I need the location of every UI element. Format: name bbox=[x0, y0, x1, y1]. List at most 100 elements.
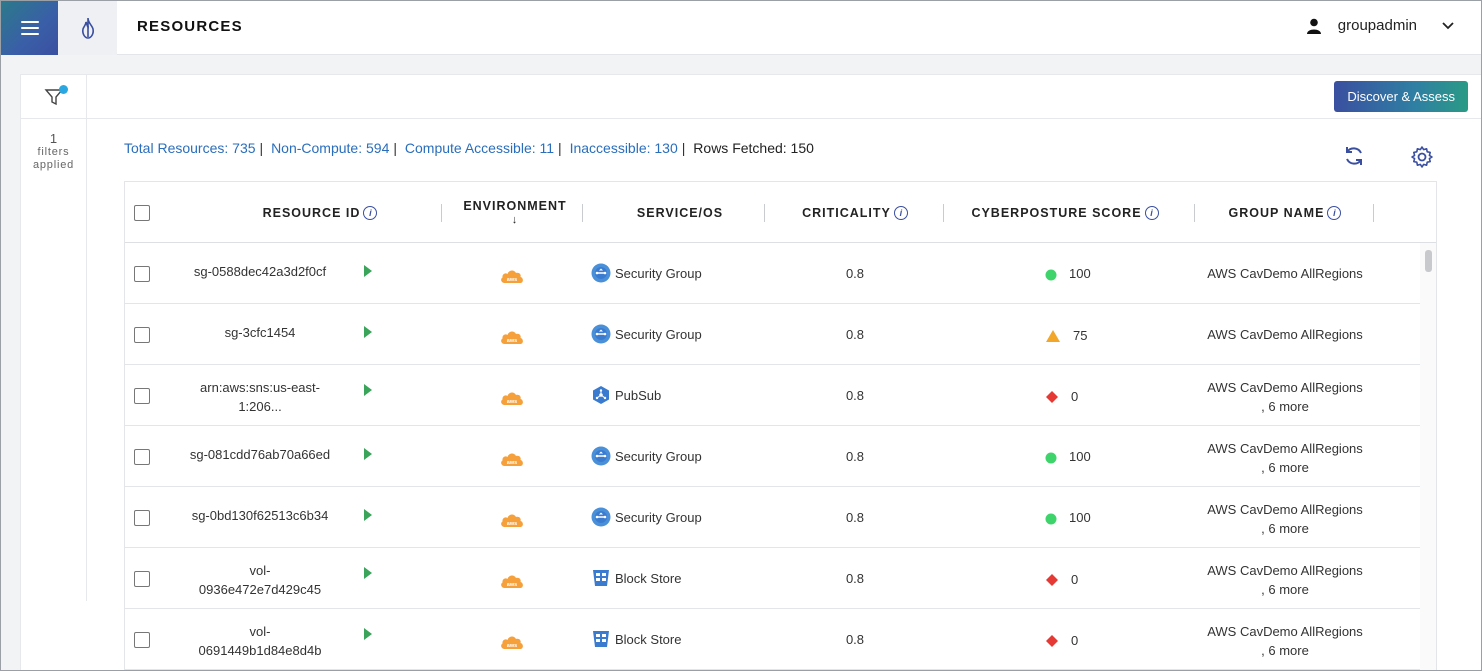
security-group-icon bbox=[591, 324, 611, 344]
chevron-down-icon[interactable] bbox=[1441, 21, 1455, 31]
expand-row-icon[interactable] bbox=[364, 567, 372, 579]
score-green-circle-icon bbox=[1045, 513, 1057, 525]
inaccessible-link[interactable]: Inaccessible: 130 bbox=[570, 140, 678, 156]
resource-id-line-2: 1:206... bbox=[238, 399, 282, 414]
resource-id[interactable]: arn:aws:sns:us-east- 1:206... bbox=[175, 378, 345, 416]
svg-text:aws: aws bbox=[507, 521, 517, 527]
resource-id[interactable]: sg-0588dec42a3d2f0cf bbox=[175, 262, 345, 281]
service-os: Block Store bbox=[591, 568, 681, 588]
row-checkbox[interactable] bbox=[134, 632, 150, 648]
vertical-scrollbar[interactable] bbox=[1420, 243, 1436, 670]
table-row[interactable]: sg-0bd130f62513c6b34 aws Security Group 0.8… bbox=[125, 487, 1436, 548]
score-value: 0 bbox=[1071, 571, 1079, 587]
service-os: Security Group bbox=[591, 263, 702, 283]
score-red-diamond-icon bbox=[1045, 390, 1059, 404]
info-icon[interactable]: i bbox=[363, 205, 378, 220]
table-row[interactable]: vol- 0936e472e7d429c45 aws Block Store 0.8 0 A… bbox=[125, 548, 1436, 609]
expand-row-icon[interactable] bbox=[364, 265, 372, 277]
expand-row-icon[interactable] bbox=[364, 448, 372, 460]
row-checkbox[interactable] bbox=[134, 388, 150, 404]
total-resources-link[interactable]: Total Resources: 735 bbox=[124, 140, 256, 156]
block-store-icon bbox=[591, 629, 611, 649]
top-bar: RESOURCES groupadmin bbox=[1, 1, 1481, 55]
group-name-line-1: AWS CavDemo AllRegions bbox=[1207, 563, 1363, 578]
settings-gear-icon[interactable] bbox=[1410, 145, 1434, 169]
info-icon[interactable]: i bbox=[1327, 205, 1342, 220]
resource-id-line-1: sg-0588dec42a3d2f0cf bbox=[193, 264, 327, 279]
scrollbar-thumb[interactable] bbox=[1425, 250, 1432, 272]
col-group-name[interactable]: GROUP NAME i bbox=[1215, 182, 1355, 243]
filter-count: 1 bbox=[49, 131, 58, 146]
flame-logo-icon bbox=[81, 17, 94, 39]
svg-text:aws: aws bbox=[507, 460, 517, 466]
discover-assess-button[interactable]: Discover & Assess bbox=[1334, 81, 1468, 112]
service-os: PubSub bbox=[591, 385, 661, 405]
group-name-line-1: AWS CavDemo AllRegions bbox=[1207, 266, 1363, 281]
service-label: Security Group bbox=[615, 265, 702, 281]
row-checkbox[interactable] bbox=[134, 510, 150, 526]
col-resource-id[interactable]: RESOURCE ID i bbox=[235, 182, 405, 243]
group-name[interactable]: AWS CavDemo AllRegions bbox=[1185, 264, 1385, 283]
group-name[interactable]: AWS CavDemo AllRegions , 6 more bbox=[1185, 500, 1385, 538]
score-value: 0 bbox=[1071, 632, 1079, 648]
group-name-line-1: AWS CavDemo AllRegions bbox=[1207, 624, 1363, 639]
info-icon[interactable]: i bbox=[893, 205, 908, 220]
table-row[interactable]: sg-081cdd76ab70a66ed aws Security Group 0.8… bbox=[125, 426, 1436, 487]
svg-text:aws: aws bbox=[507, 582, 517, 588]
expand-row-icon[interactable] bbox=[364, 326, 372, 338]
resource-id[interactable]: sg-0bd130f62513c6b34 bbox=[175, 506, 345, 525]
group-name[interactable]: AWS CavDemo AllRegions , 6 more bbox=[1185, 561, 1385, 599]
app-window: RESOURCES groupadmin 1 filters applied D… bbox=[0, 0, 1482, 671]
aws-cloud-icon: aws bbox=[499, 329, 525, 350]
group-name[interactable]: AWS CavDemo AllRegions bbox=[1185, 325, 1385, 344]
col-environment[interactable]: ENVIRONMENT ↓ bbox=[455, 182, 575, 243]
filters-applied-count: 1 filters applied bbox=[21, 131, 86, 172]
group-name-line-1: AWS CavDemo AllRegions bbox=[1207, 441, 1363, 456]
resource-id-line-1: vol- bbox=[249, 563, 271, 578]
cyberposture-score: 100 bbox=[1045, 510, 1091, 525]
score-green-circle-icon bbox=[1045, 269, 1057, 281]
aws-cloud-icon: aws bbox=[499, 573, 525, 594]
resource-id[interactable]: sg-081cdd76ab70a66ed bbox=[175, 445, 345, 464]
row-checkbox[interactable] bbox=[134, 571, 150, 587]
row-checkbox[interactable] bbox=[134, 266, 150, 282]
pubsub-icon bbox=[591, 385, 611, 405]
expand-row-icon[interactable] bbox=[364, 384, 372, 396]
info-icon[interactable]: i bbox=[1144, 205, 1159, 220]
group-name[interactable]: AWS CavDemo AllRegions , 6 more bbox=[1185, 378, 1385, 416]
filter-label-2: applied bbox=[32, 159, 75, 171]
col-cyberposture-score[interactable]: CYBERPOSTURE SCORE i bbox=[965, 182, 1165, 243]
table-row[interactable]: vol- 0691449b1d84e8d4b aws Block Store 0.8 0 A… bbox=[125, 609, 1436, 670]
hamburger-menu-button[interactable] bbox=[1, 1, 58, 55]
resource-id-line-1: arn:aws:sns:us-east- bbox=[200, 380, 320, 395]
table-row[interactable]: sg-3cfc1454 aws Security Group 0.8 75 AWS Cav… bbox=[125, 304, 1436, 365]
expand-row-icon[interactable] bbox=[364, 509, 372, 521]
compute-accessible-link[interactable]: Compute Accessible: 11 bbox=[405, 140, 554, 156]
non-compute-link[interactable]: Non-Compute: 594 bbox=[271, 140, 389, 156]
col-criticality-label: CRITICALITY bbox=[802, 205, 891, 220]
resource-id[interactable]: vol- 0936e472e7d429c45 bbox=[175, 561, 345, 599]
select-all-checkbox[interactable] bbox=[134, 205, 150, 221]
app-logo[interactable] bbox=[58, 1, 117, 55]
user-menu[interactable]: groupadmin bbox=[1306, 17, 1455, 34]
row-checkbox[interactable] bbox=[134, 327, 150, 343]
table-row[interactable]: arn:aws:sns:us-east- 1:206... aws PubSub 0.8… bbox=[125, 365, 1436, 426]
refresh-icon[interactable] bbox=[1343, 145, 1365, 167]
group-name[interactable]: AWS CavDemo AllRegions , 6 more bbox=[1185, 439, 1385, 477]
svg-text:aws: aws bbox=[507, 399, 517, 405]
group-name[interactable]: AWS CavDemo AllRegions , 6 more bbox=[1185, 622, 1385, 660]
security-group-icon bbox=[591, 507, 611, 527]
expand-row-icon[interactable] bbox=[364, 628, 372, 640]
score-red-diamond-icon bbox=[1045, 634, 1059, 648]
table-row[interactable]: sg-0588dec42a3d2f0cf aws Security Group 0.8… bbox=[125, 243, 1436, 304]
block-store-icon bbox=[591, 568, 611, 588]
resource-id[interactable]: sg-3cfc1454 bbox=[175, 323, 345, 342]
filter-button[interactable] bbox=[21, 75, 86, 119]
resource-id[interactable]: vol- 0691449b1d84e8d4b bbox=[175, 622, 345, 660]
score-value: 0 bbox=[1071, 388, 1079, 404]
aws-cloud-icon: aws bbox=[499, 268, 525, 289]
row-checkbox[interactable] bbox=[134, 449, 150, 465]
service-label: Block Store bbox=[615, 570, 682, 586]
col-service-os[interactable]: SERVICE/OS bbox=[615, 182, 745, 243]
col-criticality[interactable]: CRITICALITY i bbox=[785, 182, 925, 243]
